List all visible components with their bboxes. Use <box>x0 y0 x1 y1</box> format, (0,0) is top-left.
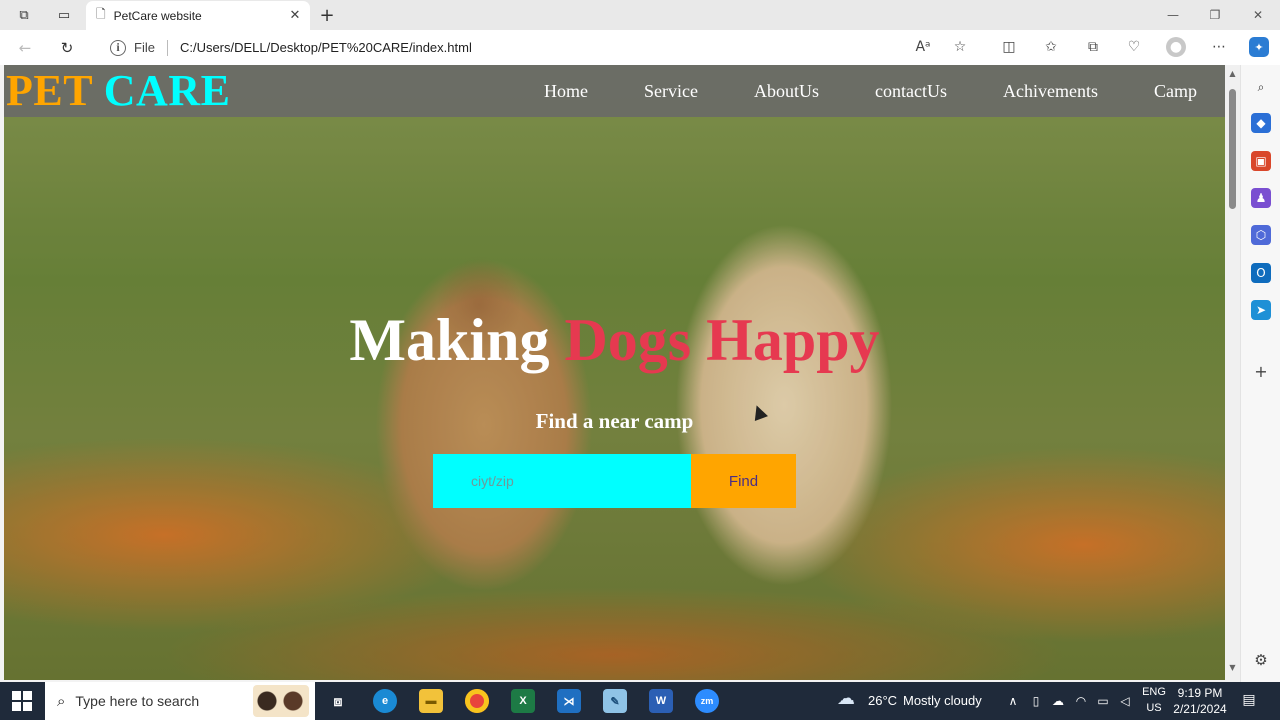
nav-contactus[interactable]: contactUs <box>875 79 947 103</box>
address-divider <box>166 39 168 56</box>
onedrive-cloud-icon[interactable]: ☁ <box>1050 694 1066 708</box>
weather-cloud-icon[interactable]: ☁ <box>837 688 855 709</box>
browser-essentials-icon[interactable]: ♡ <box>1124 37 1144 57</box>
taskbar-search-icon: ⌕ <box>57 692 66 710</box>
scroll-down-icon[interactable]: ▼ <box>1228 663 1237 672</box>
sidebar-copilot-icon[interactable]: ⬡ <box>1251 225 1271 245</box>
minimize-icon[interactable]: — <box>1158 5 1188 25</box>
scroll-up-icon[interactable]: ▲ <box>1228 69 1237 78</box>
excel-app-icon[interactable]: X <box>511 689 535 713</box>
favorites-icon[interactable]: ✩ <box>1041 37 1061 57</box>
notifications-icon[interactable]: ▤ <box>1241 692 1257 708</box>
nav-achivements[interactable]: Achivements <box>1003 79 1098 103</box>
close-tab-icon[interactable]: ✕ <box>286 8 304 23</box>
edge-app-icon[interactable]: e <box>373 689 397 713</box>
more-options-icon[interactable]: ⋯ <box>1209 37 1229 57</box>
profile-avatar-icon[interactable]: ● <box>1166 37 1186 57</box>
nav-home[interactable]: Home <box>544 79 588 103</box>
sidebar-add-icon[interactable]: + <box>1251 361 1271 381</box>
tab-title: PetCare website <box>113 8 202 23</box>
clock-date[interactable]: 2/21/2024 <box>1172 702 1228 716</box>
close-window-icon[interactable]: ✕ <box>1243 5 1273 25</box>
taskbar-search[interactable]: ⌕ Type here to search <box>45 682 315 720</box>
logo-pet: PET <box>6 66 93 115</box>
sidebar-send-icon[interactable]: ➤ <box>1251 300 1271 320</box>
find-button[interactable]: Find <box>691 454 796 508</box>
tray-chevron-up-icon[interactable]: ∧ <box>1005 694 1021 708</box>
sidebar-tools-icon[interactable]: ▣ <box>1251 151 1271 171</box>
nav-service[interactable]: Service <box>644 79 698 103</box>
address-url[interactable]: C:/Users/DELL/Desktop/PET%20CARE/index.h… <box>180 40 472 55</box>
restore-icon[interactable]: ❐ <box>1200 5 1230 25</box>
split-screen-icon[interactable]: ◫ <box>999 37 1019 57</box>
chrome-app-icon[interactable] <box>465 689 489 713</box>
copilot-icon[interactable]: ✦ <box>1249 37 1269 57</box>
hero-subheading: Find a near camp <box>535 409 694 433</box>
page-icon: 🗋 <box>96 7 106 21</box>
headline-dogs-happy: Dogs Happy <box>564 307 880 373</box>
weather-temp[interactable]: 26°C <box>868 693 897 708</box>
sidebar-search-icon[interactable]: ⌕ <box>1251 77 1271 97</box>
vscode-app-icon[interactable]: ⋊ <box>557 689 581 713</box>
scroll-thumb[interactable] <box>1229 89 1236 209</box>
search-highlight-image[interactable] <box>253 685 309 717</box>
lang-label[interactable]: ENG <box>1141 686 1167 698</box>
nav-aboutus[interactable]: AboutUs <box>754 79 819 103</box>
address-bar[interactable]: i File C:/Users/DELL/Desktop/PET%20CARE/… <box>96 34 981 61</box>
region-label[interactable]: US <box>1141 702 1167 714</box>
word-app-icon[interactable]: W <box>649 689 673 713</box>
favorite-star-icon[interactable]: ☆ <box>950 37 970 57</box>
nav-camp[interactable]: Camp <box>1154 79 1197 103</box>
site-logo[interactable]: PET CARE <box>6 67 230 115</box>
windows-start-icon[interactable] <box>12 691 32 711</box>
file-explorer-icon[interactable]: ▬ <box>419 689 443 713</box>
workspaces-icon[interactable]: ⧉ <box>14 5 34 25</box>
city-zip-input[interactable] <box>433 454 691 508</box>
wifi-icon[interactable]: ◠ <box>1073 694 1089 708</box>
tab-actions-icon[interactable]: ▭ <box>54 5 74 25</box>
clock-time[interactable]: 9:19 PM <box>1172 686 1228 700</box>
back-icon[interactable]: ← <box>14 37 36 59</box>
hero-headline: Making Dogs Happy <box>4 305 1225 375</box>
web-page: PET CARE Home Service AboutUs contactUs … <box>4 65 1225 680</box>
weather-text[interactable]: Mostly cloudy <box>903 693 982 708</box>
taskbar-search-text: Type here to search <box>75 693 200 709</box>
browser-tab[interactable]: 🗋 PetCare website ✕ <box>86 1 310 30</box>
sidebar-settings-icon[interactable]: ⚙ <box>1251 650 1271 670</box>
info-icon[interactable]: i <box>110 39 126 56</box>
new-tab-icon[interactable]: + <box>316 4 338 26</box>
browser-tab-bar: ⧉ ▭ 🗋 PetCare website ✕ + — ❐ ✕ <box>0 0 1280 30</box>
read-aloud-icon[interactable]: Aᵃ <box>913 37 933 57</box>
sidebar-games-icon[interactable]: ♟ <box>1251 188 1271 208</box>
tray-device-icon[interactable]: ▯ <box>1028 694 1044 708</box>
main-nav: Home Service AboutUs contactUs Achivemen… <box>488 79 1197 103</box>
windows-taskbar: ⌕ Type here to search ⧈ e ▬ X ⋊ ✎ W zm ☁… <box>0 682 1280 720</box>
edge-sidebar: ⌕ ◆ ▣ ♟ ⬡ O ➤ + ⚙ <box>1240 65 1280 682</box>
sidebar-shopping-icon[interactable]: ◆ <box>1251 113 1271 133</box>
refresh-icon[interactable]: ↻ <box>56 37 78 59</box>
page-scrollbar[interactable]: ▲ ▼ <box>1225 65 1240 680</box>
collections-icon[interactable]: ⧉ <box>1083 37 1103 57</box>
sidebar-outlook-icon[interactable]: O <box>1251 263 1271 283</box>
volume-icon[interactable]: ◁ <box>1117 694 1133 708</box>
task-view-icon[interactable]: ⧈ <box>326 689 350 713</box>
battery-icon[interactable]: ▭ <box>1095 694 1111 708</box>
zoom-app-icon[interactable]: zm <box>695 689 719 713</box>
notepad-app-icon[interactable]: ✎ <box>603 689 627 713</box>
headline-making: Making <box>349 307 550 373</box>
site-header: PET CARE Home Service AboutUs contactUs … <box>4 65 1225 117</box>
file-label: File <box>134 40 155 55</box>
logo-care: CARE <box>103 66 231 115</box>
